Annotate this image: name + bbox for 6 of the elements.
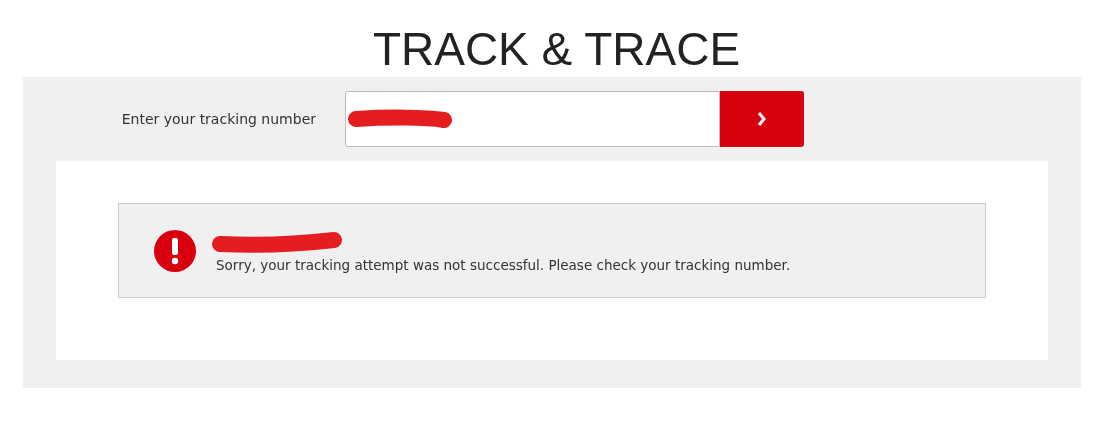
- chevron-right-icon: [757, 111, 767, 127]
- error-message: Sorry, your tracking attempt was not successful. Please check your tracking number.: [216, 256, 791, 273]
- tracking-number-field[interactable]: [345, 91, 720, 147]
- page-title: TRACK & TRACE: [371, 22, 742, 77]
- exclamation-icon: [154, 229, 196, 272]
- field-label: Enter your tracking number: [120, 111, 317, 127]
